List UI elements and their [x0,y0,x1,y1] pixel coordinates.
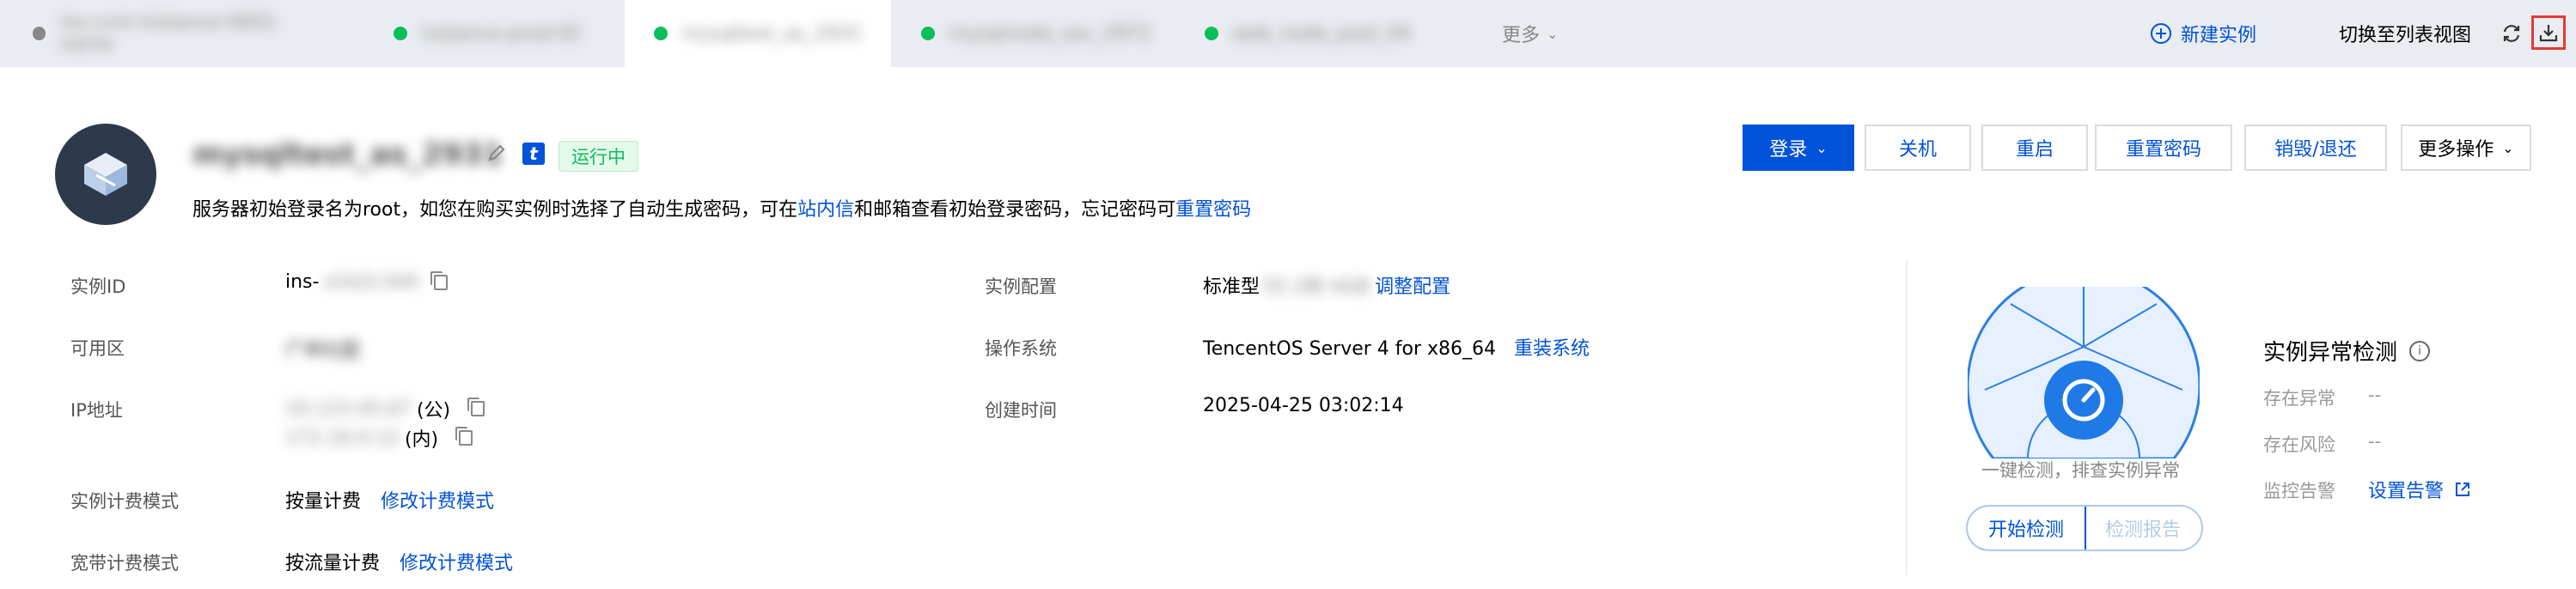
zone-label: 可用区 [70,338,125,359]
tab-instance-2[interactable]: instance-prod-02 [378,0,636,67]
instance-avatar [55,124,156,225]
detection-button-group: 开始检测 检测报告 [1966,505,2203,551]
destroy-return-button[interactable]: 销毁/退还 [2244,124,2387,171]
created-time-label: 创建时间 [985,400,1057,421]
risk-label: 存在风险 [2263,434,2335,455]
bandwidth-billing-label: 宽带计费模式 [70,553,179,574]
tencentos-logo-icon: t [522,143,545,165]
reset-password-button[interactable]: 重置密码 [2095,124,2232,171]
shutdown-button[interactable]: 关机 [1865,124,1971,171]
download-icon [2539,25,2558,42]
info-icon[interactable]: i [2409,340,2431,361]
copy-icon[interactable] [467,398,485,416]
refresh-button[interactable] [2497,19,2526,48]
gauge-caption: 一键检测，排查实例异常 [1981,460,2180,481]
risk-value: -- [2368,431,2382,452]
status-dot-icon [394,27,407,40]
billing-mode-label: 实例计费模式 [70,491,179,512]
detection-gauge [1968,287,2200,458]
more-actions-button[interactable]: 更多操作 ⌄ [2401,124,2531,171]
status-dot-icon [33,27,46,40]
modify-bandwidth-billing-link[interactable]: 修改计费模式 [400,553,513,574]
alarm-label: 监控告警 [2263,481,2335,501]
detection-title: 实例异常检测 i [2263,335,2431,367]
chevron-down-icon: ⌄ [1816,139,1828,156]
ip-address-label: IP地址 [70,400,123,421]
reset-password-link[interactable]: 重置密码 [1175,199,1251,221]
os-value: TencentOS Server 4 for x86_64 重装系统 [1203,338,1590,360]
server-cube-icon [84,153,127,196]
os-label: 操作系统 [985,338,1057,359]
chevron-down-icon: ⌄ [2502,139,2514,156]
billing-mode-value: 按量计费 修改计费模式 [285,491,495,513]
status-dot-icon [1205,27,1218,40]
status-badge: 运行中 [559,141,638,172]
plus-circle-icon [2151,23,2171,44]
abnormal-value: -- [2368,385,2382,405]
private-ip: 172.16.0.12 (内) [285,424,473,452]
download-button[interactable] [2531,15,2566,50]
tab-instance-4[interactable]: mysqlnode_sec_2972 [911,0,1169,67]
tabs-more-dropdown[interactable]: 更多 ⌄ [1502,0,1605,67]
adjust-config-link[interactable]: 调整配置 [1375,271,1450,299]
pencil-icon [488,144,505,161]
status-dot-icon [921,27,935,40]
zone-value: 广州七区 [285,340,362,361]
tab-instance-1[interactable]: ins-cvm-instance-0001-name [0,0,327,67]
abnormal-label: 存在异常 [2263,388,2335,409]
instance-id-value: ins- a1b2c3d4 [285,270,448,293]
restart-button[interactable]: 重启 [1981,124,2088,171]
copy-icon[interactable] [430,270,448,290]
external-link-icon [2456,483,2470,496]
status-dot-icon [654,27,668,40]
public-ip: 10.123.45.67 (公) [285,395,485,422]
bandwidth-billing-value: 按流量计费 修改计费模式 [285,553,514,574]
detection-report-button[interactable]: 检测报告 [2085,507,2201,550]
section-divider [1906,261,1908,575]
start-detection-button[interactable]: 开始检测 [1968,507,2086,550]
site-message-link[interactable]: 站内信 [797,199,854,221]
created-time-value: 2025-04-25 03:02:14 [1203,395,1404,416]
instance-name: mysqltest_as_2931 [192,137,504,172]
tab-instance-5[interactable]: web_node_pool_04 [1194,0,1452,67]
copy-icon[interactable] [455,427,473,446]
new-instance-button[interactable]: 新建实例 [2150,19,2256,48]
instance-config-value: 标准型 S5 2核 4GB 调整配置 [1203,271,1450,299]
tab-instance-3-active[interactable]: mysqltest_as_2931 [625,0,891,67]
instance-id-label: 实例ID [70,276,126,297]
chevron-down-icon: ⌄ [1547,25,1559,42]
login-button[interactable]: 登录 ⌄ [1743,124,1854,171]
instance-config-label: 实例配置 [985,276,1057,297]
edit-name-button[interactable] [486,143,507,167]
refresh-icon [2503,25,2520,42]
modify-billing-link[interactable]: 修改计费模式 [381,491,494,513]
set-alarm-link[interactable]: 设置告警 [2368,476,2471,503]
switch-list-view-button[interactable]: 切换至列表视图 [2339,19,2471,48]
login-hint: 服务器初始登录名为root，如您在购买实例时选择了自动生成密码，可在站内信和邮箱… [192,199,1252,221]
reinstall-system-link[interactable]: 重装系统 [1514,338,1590,360]
